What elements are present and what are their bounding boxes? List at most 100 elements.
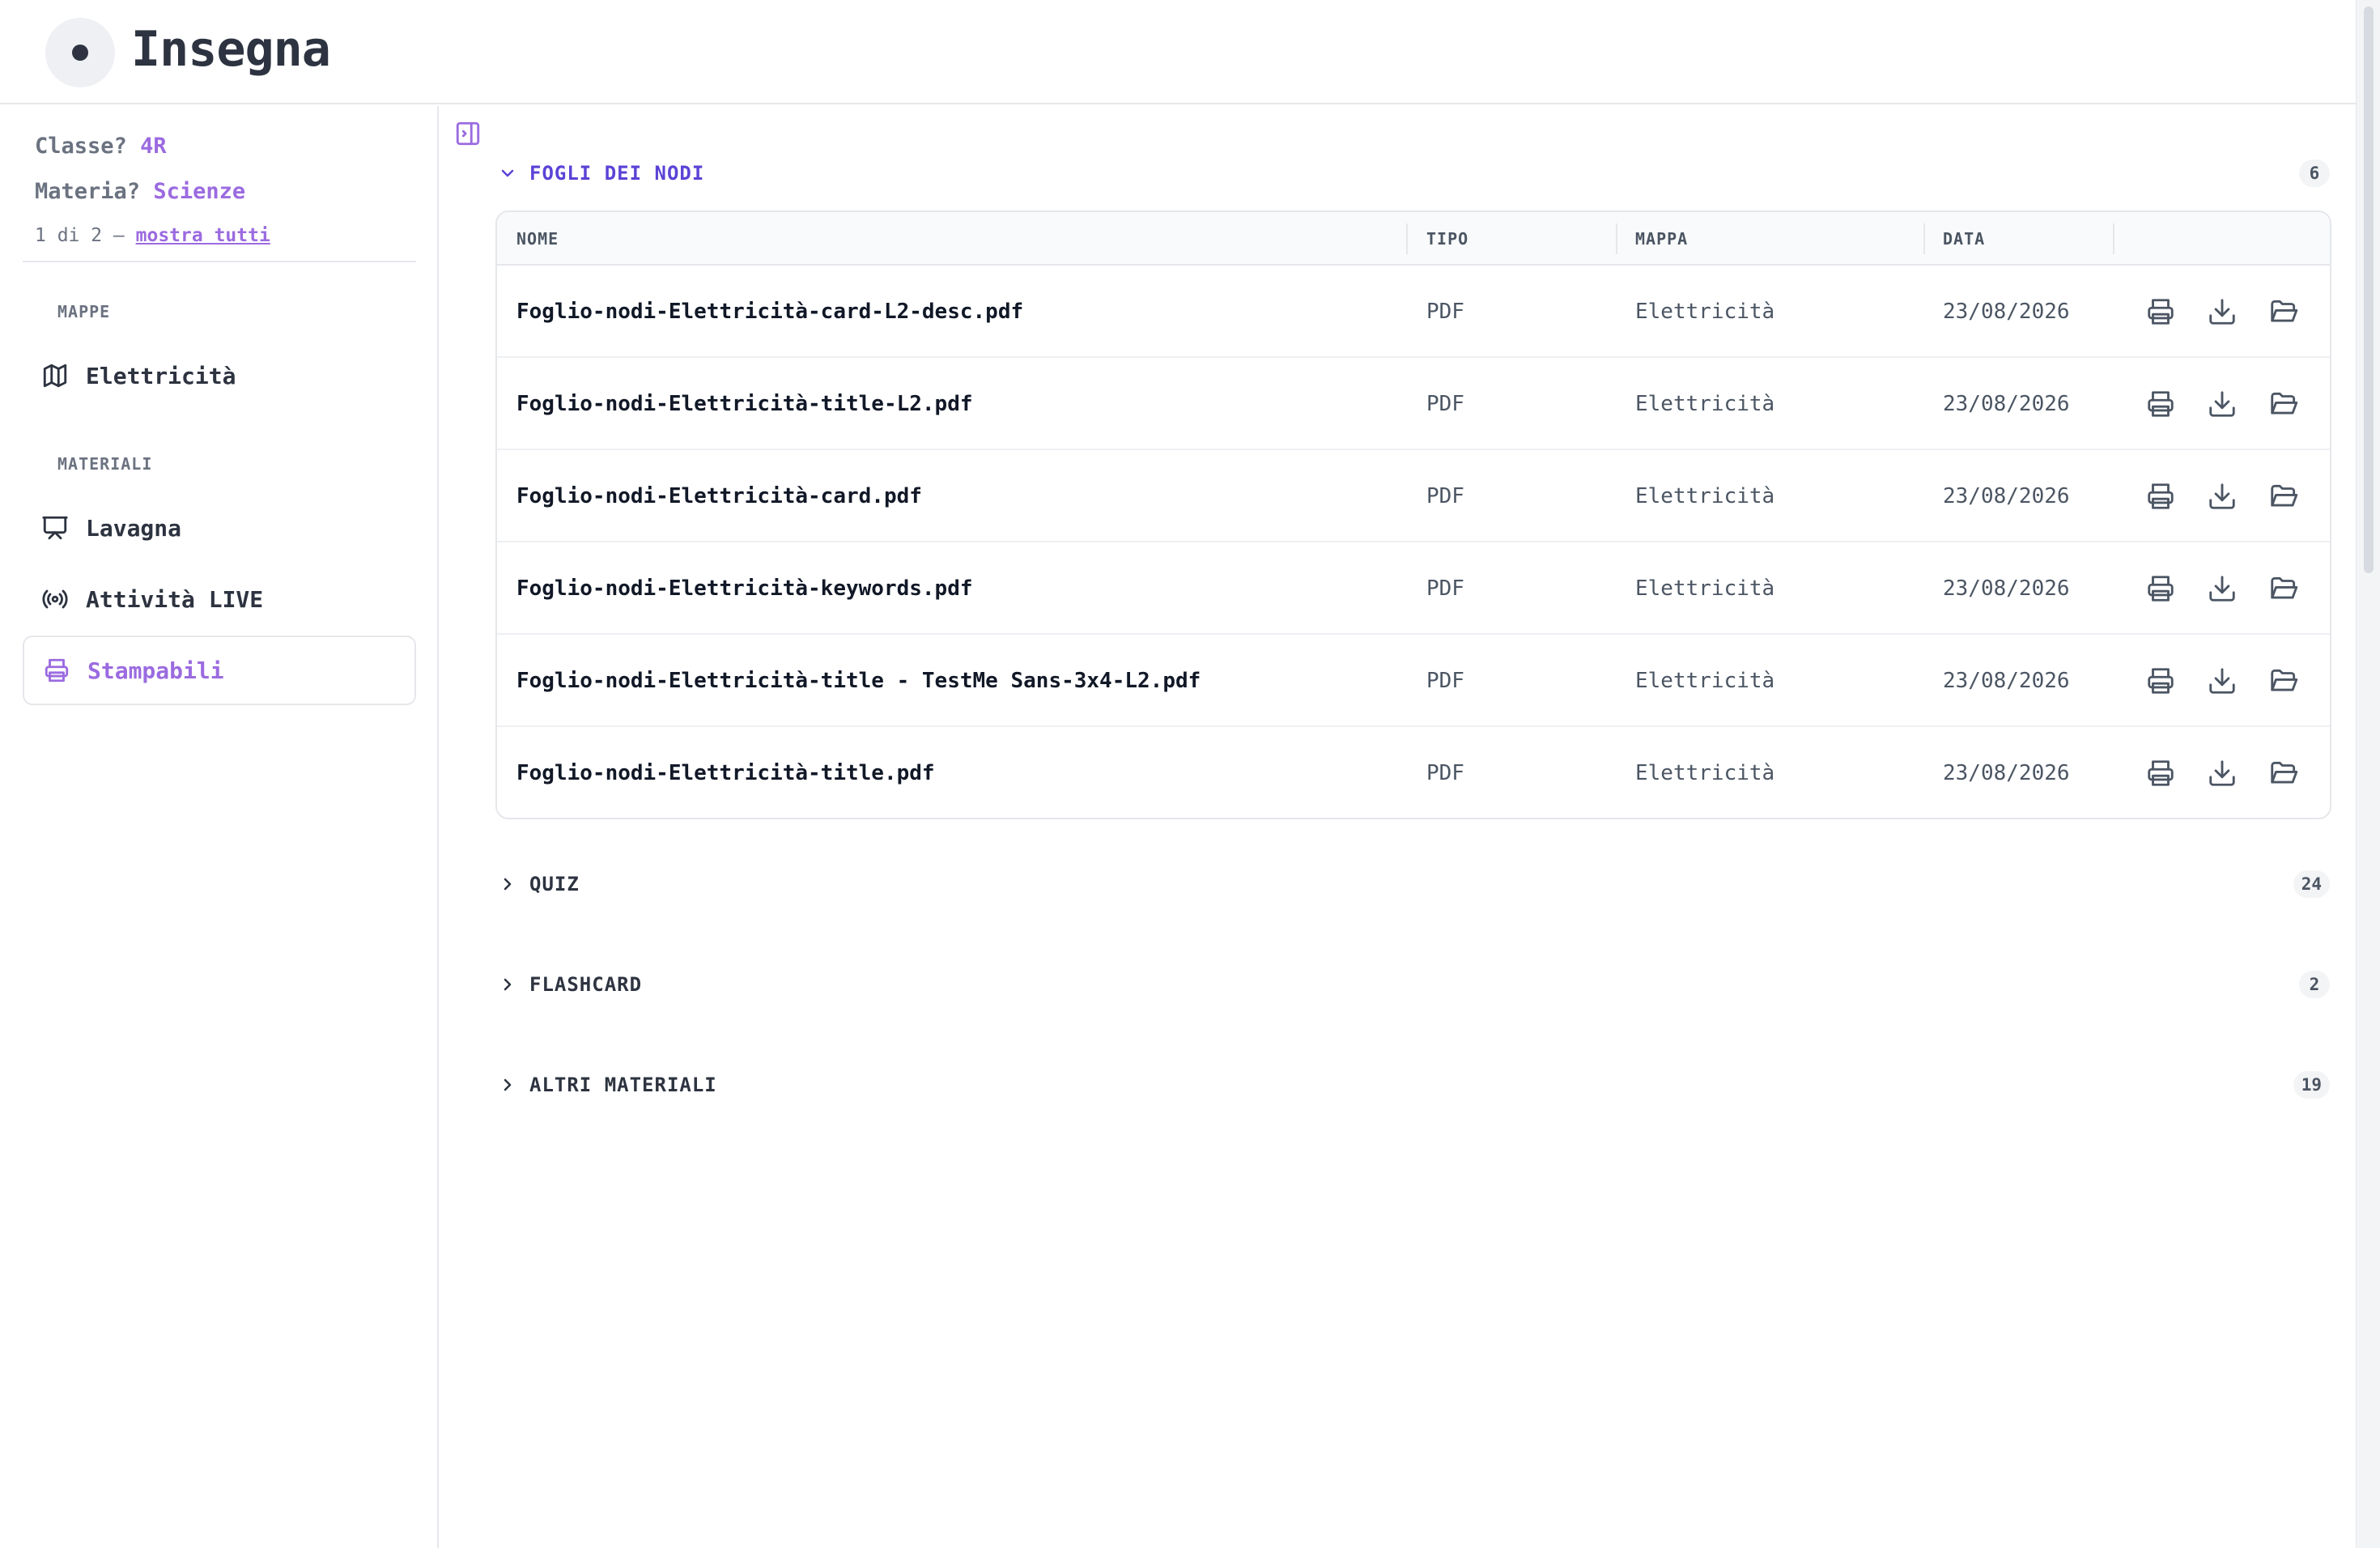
column-header-data[interactable]: DATA xyxy=(1943,212,1985,266)
download-icon xyxy=(2209,483,2235,509)
sidebar: Classe? 4R Materia? Scienze 1 di 2 — mos… xyxy=(0,106,439,1548)
printer-icon xyxy=(2148,668,2174,694)
open-folder-button[interactable] xyxy=(2265,478,2302,515)
map-count-text: 1 di 2 — xyxy=(35,225,125,246)
sidebar-item-label: Elettricità xyxy=(86,362,236,389)
sidebar-item-lavagna[interactable]: Lavagna xyxy=(23,493,416,563)
download-button[interactable] xyxy=(2204,478,2241,515)
file-map: Elettricità xyxy=(1635,392,1775,416)
download-button[interactable] xyxy=(2204,293,2241,330)
open-folder-button[interactable] xyxy=(2265,755,2302,792)
sidebar-section-maps: MAPPE xyxy=(57,302,111,321)
class-label: Classe? xyxy=(35,134,127,159)
column-header-nome[interactable]: NOME xyxy=(516,212,559,266)
column-divider xyxy=(1923,223,1925,254)
download-button[interactable] xyxy=(2204,570,2241,607)
download-icon xyxy=(2209,760,2235,786)
chevron-right-icon xyxy=(497,1074,518,1095)
open-folder-button[interactable] xyxy=(2265,293,2302,330)
count-badge: 19 xyxy=(2293,1071,2330,1099)
file-type: PDF xyxy=(1426,484,1464,508)
chevron-down-icon xyxy=(497,163,518,184)
section-title: FLASHCARD xyxy=(529,973,643,996)
print-button[interactable] xyxy=(2142,570,2179,607)
file-type: PDF xyxy=(1426,669,1464,693)
column-header-tipo[interactable]: TIPO xyxy=(1426,212,1468,266)
folder-open-icon xyxy=(2271,576,2298,599)
printer-icon xyxy=(2148,391,2174,417)
show-all-link[interactable]: mostra tutti xyxy=(136,225,270,246)
file-type: PDF xyxy=(1426,300,1464,324)
sidebar-divider xyxy=(23,261,416,262)
file-date: 23/08/2026 xyxy=(1943,669,2070,693)
open-folder-button[interactable] xyxy=(2265,662,2302,700)
table-row[interactable]: Foglio-nodi-Elettricità-title - TestMe S… xyxy=(497,635,2330,727)
presentation-icon xyxy=(39,512,71,544)
map-icon xyxy=(39,359,71,392)
file-type: PDF xyxy=(1426,761,1464,785)
count-badge: 2 xyxy=(2299,971,2330,998)
sidebar-section-materials: MATERIALI xyxy=(57,454,153,474)
class-value[interactable]: 4R xyxy=(140,134,167,159)
file-type: PDF xyxy=(1426,392,1464,416)
table-row[interactable]: Foglio-nodi-Elettricità-keywords.pdf PDF… xyxy=(497,542,2330,635)
print-button[interactable] xyxy=(2142,755,2179,792)
app-logo[interactable] xyxy=(45,18,115,87)
sidebar-item-attivita-live[interactable]: Attività LIVE xyxy=(23,564,416,634)
file-name: Foglio-nodi-Elettricità-title.pdf xyxy=(516,761,935,785)
class-selector[interactable]: Classe? 4R xyxy=(35,134,167,159)
sidebar-item-label: Stampabili xyxy=(87,657,224,684)
page-scrollbar-thumb[interactable] xyxy=(2364,6,2374,573)
sidebar-item-label: Lavagna xyxy=(86,514,182,542)
sidebar-toggle-button[interactable] xyxy=(454,120,482,147)
printer-icon xyxy=(2148,483,2174,509)
section-quiz[interactable]: QUIZ 24 xyxy=(497,864,2330,904)
panel-toggle-icon xyxy=(456,121,480,146)
subject-label: Materia? xyxy=(35,179,141,204)
column-header-mappa[interactable]: MAPPA xyxy=(1635,212,1688,266)
table-row[interactable]: Foglio-nodi-Elettricità-title.pdf PDF El… xyxy=(497,727,2330,818)
file-date: 23/08/2026 xyxy=(1943,761,2070,785)
folder-open-icon xyxy=(2271,669,2298,691)
file-date: 23/08/2026 xyxy=(1943,484,2070,508)
subject-selector[interactable]: Materia? Scienze xyxy=(35,179,245,204)
table-row[interactable]: Foglio-nodi-Elettricità-card-L2-desc.pdf… xyxy=(497,266,2330,358)
download-icon xyxy=(2209,576,2235,602)
section-fogli-dei-nodi[interactable]: FOGLI DEI NODI 6 xyxy=(497,153,2330,194)
sidebar-item-label: Attività LIVE xyxy=(86,585,264,613)
file-map: Elettricità xyxy=(1635,300,1775,324)
file-name: Foglio-nodi-Elettricità-keywords.pdf xyxy=(516,576,973,601)
sidebar-item-elettricita[interactable]: Elettricità xyxy=(23,341,416,410)
print-button[interactable] xyxy=(2142,478,2179,515)
download-button[interactable] xyxy=(2204,755,2241,792)
print-button[interactable] xyxy=(2142,385,2179,423)
file-map: Elettricità xyxy=(1635,669,1775,693)
chevron-right-icon xyxy=(497,874,518,895)
download-icon xyxy=(2209,299,2235,325)
sidebar-item-stampabili[interactable]: Stampabili xyxy=(23,636,416,705)
printer-icon xyxy=(2148,299,2174,325)
open-folder-button[interactable] xyxy=(2265,570,2302,607)
subject-value[interactable]: Scienze xyxy=(153,179,245,204)
file-date: 23/08/2026 xyxy=(1943,576,2070,601)
file-map: Elettricità xyxy=(1635,576,1775,601)
section-altri-materiali[interactable]: ALTRI MATERIALI 19 xyxy=(497,1065,2330,1105)
chevron-right-icon xyxy=(497,974,518,995)
printer-icon xyxy=(2148,576,2174,602)
folder-open-icon xyxy=(2271,300,2298,322)
table-row[interactable]: Foglio-nodi-Elettricità-card.pdf PDF Ele… xyxy=(497,450,2330,542)
column-divider xyxy=(1616,223,1617,254)
download-button[interactable] xyxy=(2204,385,2241,423)
print-button[interactable] xyxy=(2142,662,2179,700)
file-date: 23/08/2026 xyxy=(1943,300,2070,324)
download-icon xyxy=(2209,668,2235,694)
section-title: ALTRI MATERIALI xyxy=(529,1074,717,1096)
count-badge: 24 xyxy=(2293,870,2330,898)
table-row[interactable]: Foglio-nodi-Elettricità-title-L2.pdf PDF… xyxy=(497,358,2330,450)
download-button[interactable] xyxy=(2204,662,2241,700)
file-date: 23/08/2026 xyxy=(1943,392,2070,416)
print-button[interactable] xyxy=(2142,293,2179,330)
open-folder-button[interactable] xyxy=(2265,385,2302,423)
section-flashcard[interactable]: FLASHCARD 2 xyxy=(497,964,2330,1005)
files-table: NOME TIPO MAPPA DATA Foglio-nodi-Elettri… xyxy=(495,211,2331,819)
